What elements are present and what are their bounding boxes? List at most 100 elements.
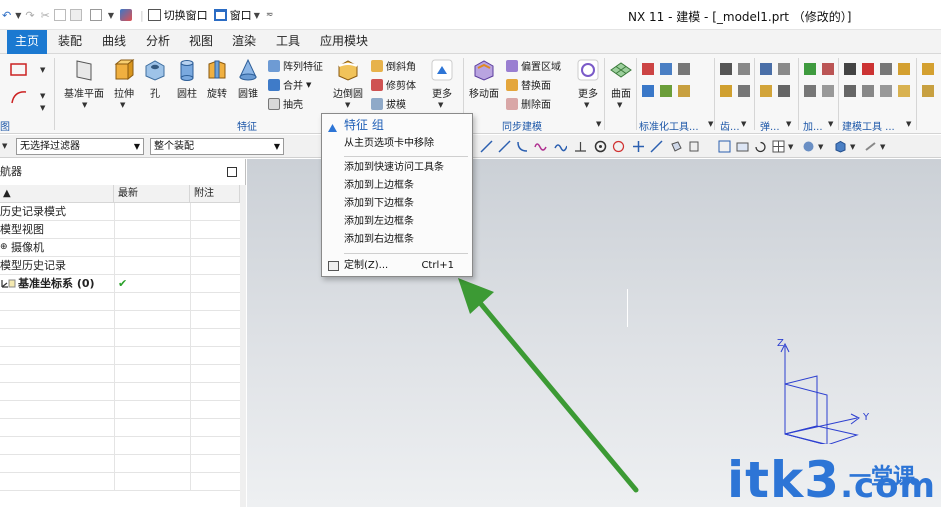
gear-tool-icon[interactable] [720,85,732,97]
tool-icon[interactable] [660,63,672,75]
menu-item-remove-from-home[interactable]: 从主页选项卡中移除 [322,135,472,153]
rotate-view-icon[interactable] [754,140,767,153]
intersection-snap-icon[interactable] [632,140,645,153]
render-style-icon[interactable] [802,140,815,153]
render-dropdown-icon[interactable]: ▼ [818,143,823,151]
selection-scope-select[interactable]: 整个装配 ▼ [150,138,284,155]
modeling-tool-icon[interactable] [844,63,856,75]
tool-icon[interactable] [642,63,654,75]
wave-snap-icon[interactable] [534,140,547,153]
table-row[interactable]: ⊕ 摄像机 [0,239,240,257]
trim-body-button[interactable]: 修剪体 [371,77,416,92]
grid-icon[interactable] [772,140,785,153]
window-dropdown-icon[interactable]: ▼ [254,11,260,20]
tab-home[interactable]: 主页 [7,30,47,54]
more-sync-dropdown-icon[interactable]: ▼ [584,101,589,109]
modeling-tool-icon[interactable] [862,63,874,75]
surface-dropdown-icon[interactable]: ▼ [617,101,622,109]
gear-dropdown-icon[interactable]: ▼ [741,120,746,128]
edge-blend-button[interactable]: 边倒圆 [330,58,366,100]
spring-tool-icon[interactable] [778,85,790,97]
arc-more-icon[interactable]: ▼ [40,104,45,112]
more-feature-dropdown-icon[interactable]: ▼ [438,101,443,109]
latest-column-header[interactable]: 最新 [114,185,190,203]
customize-quick-access-icon[interactable]: ≂ [266,10,274,20]
replace-face-button[interactable]: 替换面 [506,77,551,92]
tool-icon[interactable] [678,63,690,75]
new-file-icon[interactable] [89,9,102,21]
window-menu-button[interactable]: 窗口 [230,7,252,23]
tab-assembly[interactable]: 装配 [52,30,88,54]
modeling-tool-icon[interactable] [898,85,910,97]
edge-blend-dropdown-icon[interactable]: ▼ [345,101,350,109]
undo-dropdown-icon[interactable]: ▼ [15,11,21,20]
gear-tool-icon[interactable] [738,63,750,75]
menu-item-add-quick-access[interactable]: 添加到快速访问工具条 [322,159,472,177]
type-filter-select[interactable]: 无选择过滤器 ▼ [16,138,144,155]
switch-window-button[interactable]: 切换窗口 [164,7,208,23]
line-snap-icon[interactable] [480,140,493,153]
add-tool-icon[interactable] [804,63,816,75]
navigator-scrollbar[interactable] [240,185,246,507]
unite-dropdown-icon[interactable]: ▼ [306,81,311,89]
gear-tool-icon[interactable] [738,85,750,97]
spline-snap-icon[interactable] [554,140,567,153]
add-tool-icon[interactable] [822,85,834,97]
line-snap-icon[interactable] [498,140,511,153]
menu-item-add-left-border[interactable]: 添加到左边框条 [322,213,472,231]
move-face-button[interactable]: 移动面 [466,58,502,100]
table-row[interactable]: 基准坐标系 (0) ✔ [0,275,240,293]
add-tool-icon[interactable] [804,85,816,97]
revolve-button[interactable]: 旋转 [203,58,231,100]
modeling-tool-icon[interactable] [862,85,874,97]
modeling-tool-icon[interactable] [880,85,892,97]
quadrant-snap-icon[interactable] [612,140,625,153]
undo-icon[interactable]: ↶ [2,9,11,22]
arc-dropdown-icon[interactable]: ▼ [40,92,45,100]
section-dropdown-icon[interactable]: ▼ [880,143,885,151]
tab-tools[interactable]: 工具 [270,30,306,54]
new-file-dropdown-icon[interactable]: ▼ [108,11,114,20]
perpendicular-snap-icon[interactable] [574,140,587,153]
gear-tool-icon[interactable] [720,63,732,75]
hole-button[interactable]: 孔 [142,58,168,100]
lasso-select-icon[interactable] [736,140,749,153]
curve-snap-icon[interactable] [516,140,529,153]
chamfer-button[interactable]: 倒斜角 [371,58,416,73]
modeling-tools-dropdown-icon[interactable]: ▼ [906,120,911,128]
cone-button[interactable]: 圆锥 [234,58,262,100]
cube-view-icon[interactable] [834,140,847,153]
standard-tools-dropdown-icon[interactable]: ▼ [708,120,713,128]
body-snap-icon[interactable] [688,140,701,153]
datum-coordinate-system[interactable]: Z Y [767,334,877,444]
command-icon[interactable] [119,9,132,21]
modeling-tool-icon[interactable] [844,85,856,97]
menu-item-add-top-border[interactable]: 添加到上边框条 [322,177,472,195]
window-select-icon[interactable] [718,140,731,153]
tool-icon[interactable] [660,85,672,97]
tool-icon[interactable] [678,85,690,97]
tab-application[interactable]: 应用模块 [314,30,374,54]
draft-button[interactable]: 拔模 [371,96,406,111]
tab-view[interactable]: 视图 [183,30,219,54]
menu-dropdown-icon[interactable]: ▼ [2,142,7,150]
note-column-header[interactable]: 附注 [190,185,240,203]
spring-tool-icon[interactable] [760,63,772,75]
modeling-tool-icon[interactable] [880,63,892,75]
menu-item-add-right-border[interactable]: 添加到右边框条 [322,231,472,249]
offset-region-button[interactable]: 偏置区域 [506,58,561,73]
tool-icon[interactable] [642,85,654,97]
add-dropdown-icon[interactable]: ▼ [828,120,833,128]
table-row[interactable]: 历史记录模式 [0,203,240,221]
section-view-icon[interactable] [864,140,877,153]
extrude-button[interactable]: 拉伸 [108,58,140,100]
tab-curve[interactable]: 曲线 [96,30,132,54]
arc-icon[interactable] [10,88,28,106]
view-dropdown-icon[interactable]: ▼ [850,143,855,151]
datum-plane-dropdown-icon[interactable]: ▼ [82,101,87,109]
extra-tool-icon[interactable] [922,63,934,75]
add-tool-icon[interactable] [822,63,834,75]
delete-face-button[interactable]: 删除面 [506,96,551,111]
sketch-dropdown-icon[interactable]: ▼ [40,66,45,74]
unite-button[interactable]: 合并 ▼ [268,77,311,92]
